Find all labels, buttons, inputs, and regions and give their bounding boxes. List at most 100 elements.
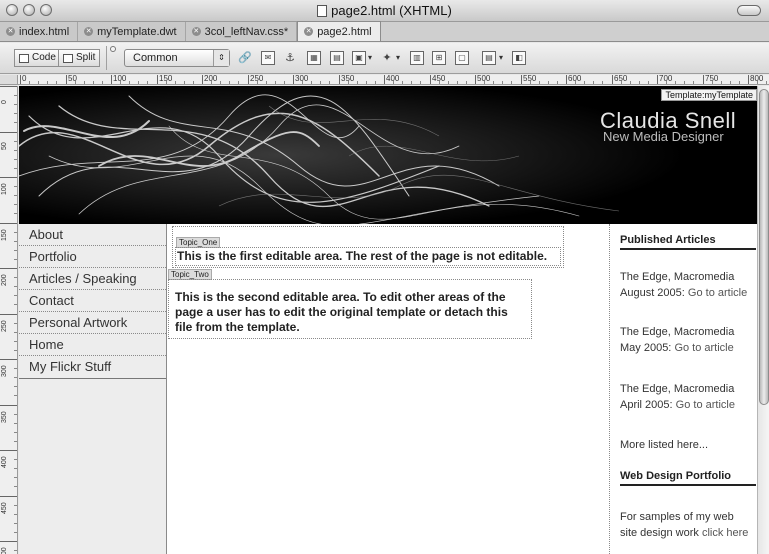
ruler-minor-tick — [147, 81, 148, 84]
nav-item-portfolio[interactable]: Portfolio — [19, 246, 166, 268]
insert-category-select[interactable]: Common ⇕ — [124, 49, 230, 67]
nav-item-contact[interactable]: Contact — [19, 290, 166, 312]
ruler-minor-tick — [730, 81, 731, 84]
ruler-minor-tick — [548, 81, 549, 84]
named-anchor-icon[interactable]: ⚓ — [283, 51, 297, 65]
ruler-minor-tick — [721, 81, 722, 84]
chevron-updown-icon: ⇕ — [213, 50, 229, 66]
article-link[interactable]: Go to article — [674, 342, 733, 354]
ruler-minor-tick — [302, 81, 303, 84]
nav-item-articles-speaking[interactable]: Articles / Speaking — [19, 268, 166, 290]
article-item: The Edge, Macromedia May 2005: Go to art… — [620, 324, 757, 356]
date-icon[interactable]: ▥ — [410, 51, 424, 65]
toolbar-toggle-button[interactable] — [737, 5, 761, 16]
ruler-minor-tick — [14, 350, 17, 351]
ruler-tick — [0, 359, 17, 360]
ruler-minor-tick — [584, 81, 585, 84]
ruler-tick — [111, 75, 112, 84]
images-icon[interactable]: ▣ — [352, 51, 366, 65]
insert-category-value: Common — [133, 52, 178, 64]
ruler-tick — [0, 268, 17, 269]
ruler-minor-tick — [557, 81, 558, 84]
tab-mytemplate-dwt[interactable]: ✕ myTemplate.dwt — [78, 22, 186, 41]
ruler-minor-tick — [14, 550, 17, 551]
scrollbar-thumb[interactable] — [759, 89, 769, 405]
server-side-include-icon[interactable]: ⊞ — [432, 51, 446, 65]
ruler-minor-tick — [675, 81, 676, 84]
ruler-minor-tick — [420, 81, 421, 84]
insert-div-icon[interactable]: ▤ — [330, 51, 344, 65]
split-view-label: Split — [76, 52, 96, 63]
ruler-tick — [157, 75, 158, 84]
tab-3col-leftnav-css[interactable]: ✕ 3col_leftNav.css* — [185, 22, 298, 41]
portfolio-link[interactable]: click here — [702, 527, 748, 539]
ruler-minor-tick — [14, 323, 17, 324]
insert-toolbar: Code Split Common ⇕ 🔗 ✉ ⚓ ▦ ▤ ▣ ▾ ✦ ▾ ▥ … — [0, 43, 769, 74]
nav-item-home[interactable]: Home — [19, 334, 166, 356]
ruler-tick — [0, 496, 17, 497]
ruler-label: 250 — [1, 320, 8, 332]
portfolio-text-span: site design work — [620, 527, 699, 539]
chevron-down-icon[interactable]: ▾ — [396, 53, 400, 62]
nav-list: About Portfolio Articles / Speaking Cont… — [19, 224, 166, 379]
ruler-label: 0 — [1, 100, 8, 104]
email-link-icon[interactable]: ✉ — [261, 51, 275, 65]
ruler-minor-tick — [448, 81, 449, 84]
code-view-button[interactable]: Code — [14, 49, 61, 67]
ruler-label: 150 — [1, 229, 8, 241]
tab-page2-html[interactable]: ✕ page2.html — [297, 21, 381, 41]
media-icon[interactable]: ✦ — [380, 51, 394, 65]
article-line: April 2005: Go to article — [620, 397, 757, 413]
nav-item-my-flickr-stuff[interactable]: My Flickr Stuff — [19, 356, 166, 378]
editable-region-text[interactable]: This is the second editable area. To edi… — [175, 290, 527, 335]
ruler-minor-tick — [14, 486, 17, 487]
ruler-tick — [0, 541, 17, 542]
nav-item-personal-artwork[interactable]: Personal Artwork — [19, 312, 166, 334]
ruler-minor-tick — [93, 81, 94, 84]
table-icon[interactable]: ▦ — [307, 51, 321, 65]
templates-icon[interactable]: ▤ — [482, 51, 496, 65]
article-item: The Edge, Macromedia August 2005: Go to … — [620, 269, 757, 301]
hyperlink-icon[interactable]: 🔗 — [238, 51, 252, 65]
ruler-minor-tick — [311, 81, 312, 84]
split-view-button[interactable]: Split — [58, 49, 101, 67]
ruler-minor-tick — [375, 81, 376, 84]
web-design-portfolio-heading: Web Design Portfolio — [620, 470, 756, 486]
tag-chooser-icon[interactable]: ◧ — [512, 51, 526, 65]
ruler-minor-tick — [539, 81, 540, 84]
article-link[interactable]: Go to article — [688, 287, 747, 299]
close-tab-icon[interactable]: ✕ — [6, 27, 15, 36]
editable-region-text[interactable]: This is the first editable area. The res… — [177, 249, 561, 264]
close-tab-icon[interactable]: ✕ — [304, 27, 314, 36]
ruler-minor-tick — [14, 377, 17, 378]
ruler-minor-tick — [630, 81, 631, 84]
chevron-down-icon[interactable]: ▾ — [499, 53, 503, 62]
article-link[interactable]: Go to article — [676, 399, 735, 411]
close-tab-icon[interactable]: ✕ — [191, 27, 201, 36]
toolbar-grip[interactable] — [110, 46, 116, 52]
comment-icon[interactable]: ▢ — [455, 51, 469, 65]
vertical-ruler: 0 50 100 150 200 250 300 350 400 450 500 — [0, 86, 18, 554]
ruler-minor-tick — [14, 386, 17, 387]
ruler-minor-tick — [14, 195, 17, 196]
portfolio-text-line: site design work click here — [620, 525, 757, 541]
article-date: May 2005: — [620, 342, 672, 354]
ruler-minor-tick — [639, 81, 640, 84]
article-line: May 2005: Go to article — [620, 340, 757, 356]
tab-index-html[interactable]: ✕ index.html — [0, 22, 79, 41]
close-tab-icon[interactable]: ✕ — [84, 27, 94, 36]
ruler-minor-tick — [766, 81, 767, 84]
title-bar: page2.html (XHTML) — [0, 0, 769, 22]
ruler-minor-tick — [47, 81, 48, 84]
tab-label: myTemplate.dwt — [97, 25, 177, 38]
ruler-tick — [0, 86, 17, 87]
ruler-tick — [384, 75, 385, 84]
chevron-down-icon[interactable]: ▾ — [368, 53, 372, 62]
more-articles-link[interactable]: More listed here... — [620, 437, 757, 453]
ruler-minor-tick — [14, 423, 17, 424]
ruler-minor-tick — [14, 514, 17, 515]
nav-item-about[interactable]: About — [19, 224, 166, 246]
ruler-origin[interactable] — [0, 75, 18, 85]
vertical-scrollbar[interactable] — [757, 86, 769, 554]
design-view[interactable]: Template:myTemplate Claudia Snell New Me… — [19, 86, 757, 554]
